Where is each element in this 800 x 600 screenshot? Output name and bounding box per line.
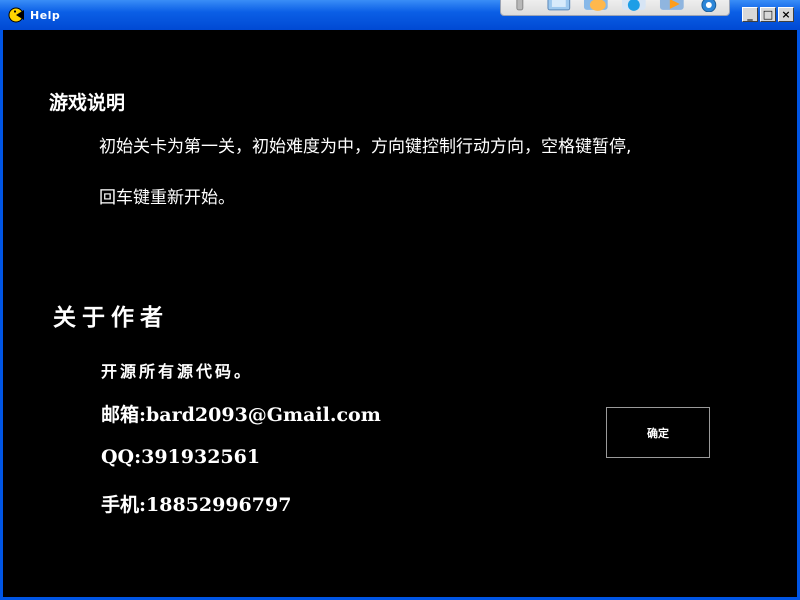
toolbar-user-icon[interactable] (620, 0, 648, 12)
ok-button[interactable]: 确定 (606, 407, 710, 458)
floating-toolbar[interactable] (500, 0, 730, 16)
title-bar[interactable]: Help _ □ × (0, 0, 800, 30)
toolbar-help-icon[interactable] (695, 0, 723, 12)
email-text: 邮箱:bard2093@Gmail.com (101, 404, 381, 426)
toolbar-handle-icon[interactable] (507, 0, 535, 12)
help-content: 游戏说明 初始关卡为第一关，初始难度为中，方向键控制行动方向，空格键暂停, 回车… (3, 30, 797, 597)
pacman-icon (8, 7, 24, 23)
ok-button-label: 确定 (647, 426, 669, 440)
game-instructions-line: 回车键重新开始。 (99, 188, 235, 208)
maximize-icon: □ (762, 8, 774, 21)
toolbar-hand-icon[interactable] (582, 0, 610, 12)
phone-text: 手机:18852996797 (101, 494, 292, 516)
toolbar-screen-icon[interactable] (545, 0, 573, 12)
minimize-button[interactable]: _ (742, 7, 758, 22)
help-window: Help _ □ × 游戏说明 初始关卡为第一关，初始难度为中，方向键控制行动方… (0, 0, 800, 600)
about-author-title: 关于作者 (53, 304, 169, 331)
open-source-text: 开源所有源代码。 (101, 362, 254, 381)
game-instructions-line: 初始关卡为第一关，初始难度为中，方向键控制行动方向，空格键暂停, (99, 137, 632, 157)
maximize-button[interactable]: □ (760, 7, 776, 22)
close-icon: × (781, 8, 791, 21)
toolbar-forward-icon[interactable] (658, 0, 686, 12)
window-controls: _ □ × (742, 7, 794, 22)
window-title: Help (30, 8, 61, 22)
close-button[interactable]: × (778, 7, 794, 22)
minimize-icon: _ (747, 8, 753, 21)
qq-text: QQ:391932561 (101, 446, 261, 468)
game-instructions-title: 游戏说明 (49, 92, 126, 114)
